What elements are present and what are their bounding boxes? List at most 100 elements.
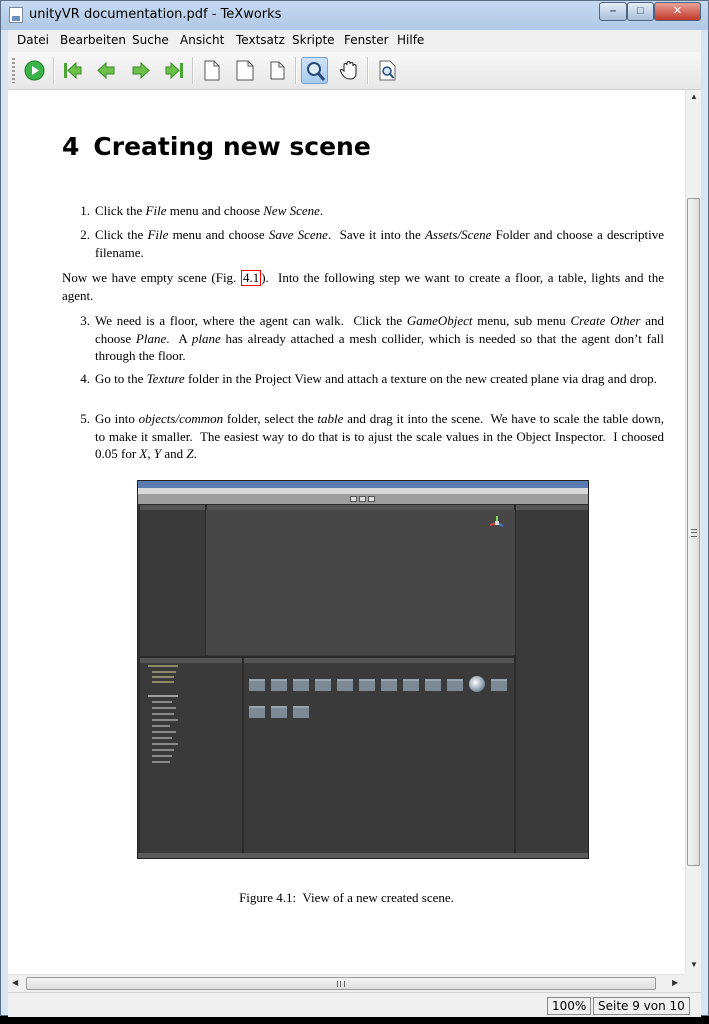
figure-scene-gizmo-icon	[490, 516, 504, 527]
menu-skripte[interactable]: Skripte	[292, 33, 335, 47]
figure-caption: Figure 4.1: View of a new created scene.	[239, 890, 454, 905]
menu-textsatz[interactable]: Textsatz	[236, 33, 285, 47]
actual-size-icon	[204, 60, 220, 81]
figure-folder-icon	[447, 679, 463, 691]
figure-folder-icon	[293, 706, 309, 718]
figure-folder-icon	[249, 706, 265, 718]
list-number: 5.	[80, 411, 90, 426]
toolbar-separator	[53, 57, 55, 84]
window-title: unityVR documentation.pdf - TeXworks	[29, 7, 282, 22]
figure-inspector-panel	[515, 504, 588, 857]
find-button[interactable]	[374, 57, 401, 84]
scrollbar-corner	[685, 974, 701, 992]
figure-folder-icon	[293, 679, 309, 691]
figure-tree-line	[148, 695, 178, 697]
list-text: Go into objects/common folder, select th…	[95, 411, 665, 461]
horizontal-scroll-thumb[interactable]	[26, 977, 656, 990]
fit-window-button[interactable]	[264, 57, 291, 84]
figure-tree-line	[152, 737, 172, 739]
list-number: 2.	[80, 227, 90, 242]
pdf-viewer[interactable]: 4 Creating new scene 1. Click the File me…	[8, 90, 685, 974]
toolbar-separator	[367, 57, 369, 84]
zoom-level[interactable]: 100%	[547, 997, 592, 1015]
menu-bearbeiten[interactable]: Bearbeiten	[60, 33, 126, 47]
menu-hilfe[interactable]: Hilfe	[397, 33, 424, 47]
magnifier-icon	[307, 62, 326, 81]
figure-tree-line	[152, 719, 178, 721]
title-bar: unityVR documentation.pdf - TeXworks – □…	[1, 1, 708, 30]
vertical-scrollbar[interactable]: ▲ ▼	[685, 90, 701, 974]
scroll-up-icon[interactable]: ▲	[690, 92, 698, 101]
figure-unity-statusbar	[138, 853, 588, 858]
menu-fenster[interactable]: Fenster	[344, 33, 389, 47]
figure-tree-line	[152, 713, 174, 715]
chapter-number: 4	[62, 132, 80, 161]
hand-tool-button[interactable]	[336, 57, 363, 84]
figure-folder-icon	[249, 679, 265, 691]
document-icon	[9, 7, 23, 23]
scroll-left-icon[interactable]: ◀	[12, 978, 18, 987]
figure-tree-line	[152, 725, 170, 727]
list-number: 4.	[80, 371, 90, 386]
figure-folder-icon	[491, 679, 507, 691]
page-indicator[interactable]: Seite 9 von 10	[593, 997, 690, 1015]
list-number: 1.	[80, 203, 90, 218]
figure-sphere-icon	[469, 676, 485, 692]
unity-screenshot-figure	[137, 480, 589, 859]
figure-project-tree-panel	[139, 657, 243, 857]
list-item: 5. Go into objects/common folder, select…	[62, 410, 664, 463]
figure-pause-icon	[359, 496, 366, 502]
figure-hierarchy-panel	[139, 504, 206, 657]
next-page-button[interactable]	[127, 57, 154, 84]
vertical-scroll-thumb[interactable]	[687, 198, 700, 866]
menu-ansicht[interactable]: Ansicht	[180, 33, 224, 47]
first-page-button[interactable]	[59, 57, 86, 84]
figure-tree-line	[152, 749, 174, 751]
figure-folder-icon	[271, 706, 287, 718]
typeset-icon	[24, 60, 45, 81]
list-text: Click the File menu and choose Save Scen…	[95, 227, 664, 260]
list-item: 2. Click the File menu and choose Save S…	[62, 226, 664, 261]
toolbar	[8, 52, 701, 90]
typeset-button[interactable]	[21, 57, 48, 84]
last-page-button[interactable]	[161, 57, 188, 84]
figure-folder-icon	[403, 679, 419, 691]
figure-folder-icon	[359, 679, 375, 691]
previous-page-button[interactable]	[93, 57, 120, 84]
actual-size-button[interactable]	[198, 57, 225, 84]
scroll-down-icon[interactable]: ▼	[690, 960, 698, 969]
maximize-button[interactable]: □	[627, 2, 654, 21]
list-item: 3. We need is a floor, where the agent c…	[62, 312, 664, 365]
chapter-title: Creating new scene	[93, 132, 371, 161]
figure-unity-titlebar	[138, 481, 588, 488]
menu-suche[interactable]: Suche	[132, 33, 169, 47]
figure-scene-view	[206, 510, 515, 655]
figure-folder-icon	[315, 679, 331, 691]
next-page-icon	[132, 61, 150, 80]
figure-reference-link[interactable]: 4.1	[240, 270, 262, 286]
list-text: Click the File menu and choose New Scene…	[95, 203, 324, 218]
texworks-window: unityVR documentation.pdf - TeXworks – □…	[0, 0, 709, 1017]
close-button[interactable]: ✕	[654, 2, 701, 21]
scroll-right-icon[interactable]: ▶	[672, 978, 678, 987]
figure-tree-line	[152, 681, 174, 683]
fit-width-button[interactable]	[231, 57, 258, 84]
list-text: Go to the Texture folder in the Project …	[95, 371, 657, 386]
toolbar-grip[interactable]	[12, 58, 15, 83]
last-page-icon	[165, 61, 183, 80]
minimize-button[interactable]: –	[599, 2, 627, 21]
magnifier-tool-button[interactable]	[301, 57, 328, 84]
toolbar-separator	[295, 57, 297, 84]
menu-bar: Datei Bearbeiten Suche Ansicht Textsatz …	[8, 30, 701, 53]
figure-tree-line	[152, 676, 174, 678]
toolbar-separator	[192, 57, 194, 84]
hand-tool-icon	[339, 60, 357, 80]
list-item: 1. Click the File menu and choose New Sc…	[62, 202, 664, 220]
figure-step-icon	[368, 496, 375, 502]
figure-tree-line	[152, 701, 172, 703]
paragraph: Now we have empty scene (Fig. 4.1). Into…	[62, 269, 664, 304]
fit-window-icon	[270, 61, 285, 80]
menu-datei[interactable]: Datei	[17, 33, 49, 47]
figure-folder-icon	[381, 679, 397, 691]
horizontal-scrollbar[interactable]: ◀ ▶	[8, 974, 685, 992]
